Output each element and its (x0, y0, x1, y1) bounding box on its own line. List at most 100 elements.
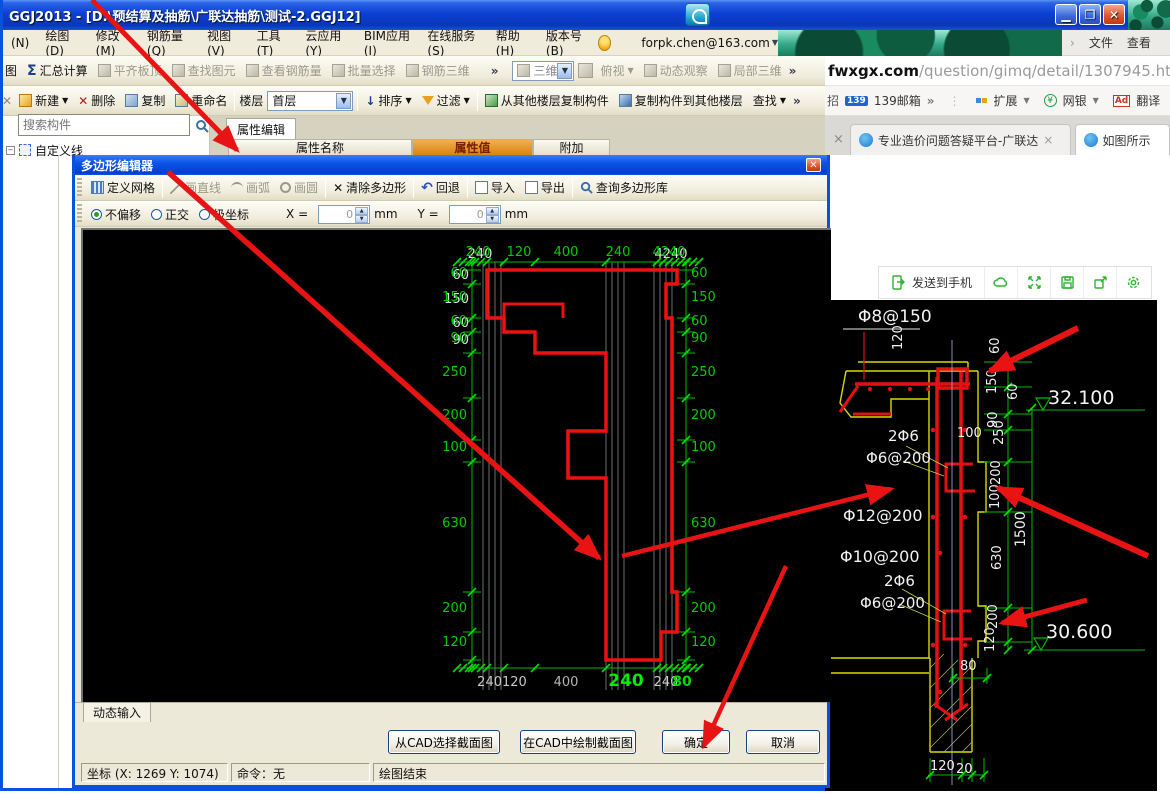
draw-line-button[interactable]: 画直线 (167, 177, 224, 198)
menu-tools[interactable]: 工具(T) (250, 25, 297, 60)
bookmarks-more-chevron[interactable]: » (927, 94, 935, 108)
undo-button[interactable]: ↶回退 (418, 177, 463, 198)
close-button[interactable]: ✕ (1103, 4, 1125, 25)
browser-menu-file[interactable]: 文件 (1089, 34, 1113, 51)
menu-modify[interactable]: 修改(M) (89, 25, 138, 60)
tab-close-icon[interactable]: × (833, 132, 844, 147)
tab-property-edit[interactable]: 属性编辑 (226, 118, 296, 140)
settings-button[interactable] (1116, 267, 1149, 298)
export-button[interactable]: 导出 (522, 177, 568, 198)
view-mode-combo[interactable]: 三维▼ (512, 61, 574, 81)
prop-header-name[interactable]: 属性名称 (228, 139, 412, 156)
copy-to-floor-button[interactable]: 复制构件到其他楼层 (616, 90, 746, 111)
orbit-button[interactable]: 动态观察 (641, 60, 711, 81)
mode-polar[interactable]: 极坐标 (196, 204, 252, 225)
polygon-canvas[interactable]: 6060150150606090902502001006302001206015… (81, 228, 831, 702)
radio-polar-icon[interactable] (199, 209, 210, 220)
bank-button[interactable]: 网银 (1063, 92, 1087, 109)
y-up-icon[interactable]: ▲ (486, 207, 499, 215)
menu-rebar[interactable]: 钢筋量(Q) (140, 25, 198, 60)
menu-cloud[interactable]: 云应用(Y) (298, 25, 354, 60)
draw-arc-button[interactable]: 画弧 (228, 177, 273, 198)
bookmark-partial[interactable]: 招 (827, 92, 839, 109)
filter-button[interactable]: 过滤▼ (419, 90, 473, 111)
combo-dropdown-icon[interactable]: ▼ (557, 63, 572, 79)
ok-button[interactable]: 确定 (662, 730, 730, 754)
rename-button[interactable]: 重命名 (172, 90, 230, 111)
cube2-icon[interactable] (578, 63, 593, 78)
menu-online[interactable]: 在线服务(S) (420, 25, 486, 60)
mode-ortho[interactable]: 正交 (148, 204, 192, 225)
define-grid-button[interactable]: 定义网格 (88, 177, 158, 198)
top-view-button[interactable]: 俯视▼ (597, 60, 636, 81)
select-from-cad-button[interactable]: 从CAD选择截面图 (388, 730, 500, 754)
fullscreen-button[interactable] (1017, 267, 1050, 298)
tree-collapse-icon[interactable]: − (6, 146, 15, 155)
dialog-title-bar[interactable]: 多边形编辑器 ✕ (75, 155, 827, 175)
prop-header-extra[interactable]: 附加 (533, 139, 610, 156)
find-button[interactable]: 查找▼ (750, 90, 789, 111)
cancel-button[interactable]: 取消 (746, 730, 820, 754)
address-bar[interactable]: fwxgx.com/question/gimq/detail/1307945.h… (825, 56, 1170, 86)
chevron-right-icon[interactable]: › (1070, 36, 1075, 50)
radio-no-offset-icon[interactable] (91, 209, 102, 220)
floor-combo[interactable]: 首层▼ (267, 91, 353, 111)
browser-menu-view[interactable]: 查看 (1127, 34, 1151, 51)
import-button[interactable]: 导入 (472, 177, 518, 198)
delete-button[interactable]: ✕删除 (75, 90, 118, 111)
menu-help[interactable]: 帮助(H) (489, 25, 537, 60)
cloud-save-button[interactable] (984, 267, 1017, 298)
dynamic-input-tab[interactable]: 动态输入 (83, 702, 151, 722)
floor-dropdown-icon[interactable]: ▼ (336, 93, 351, 109)
share-button[interactable] (1083, 267, 1116, 298)
draw-circle-button[interactable]: 画圆 (277, 177, 321, 198)
tab-qa-platform[interactable]: 专业造价问题答疑平台-广联达 × (850, 124, 1071, 155)
draw-in-cad-button[interactable]: 在CAD中绘制截面图 (520, 730, 636, 754)
dialog-close-icon[interactable]: ✕ (806, 158, 821, 172)
menu-view[interactable]: 视图(V) (200, 25, 248, 60)
save-image-button[interactable] (1050, 267, 1083, 298)
local-3d-button[interactable]: 局部三维 (715, 60, 785, 81)
tab-as-shown[interactable]: 如图所示 (1075, 124, 1170, 155)
minimize-button[interactable]: ▁ (1055, 4, 1077, 25)
x-up-icon[interactable]: ▲ (355, 207, 368, 215)
translate-button[interactable]: 翻译 (1136, 92, 1160, 109)
batch-select-button[interactable]: 批量选择 (329, 60, 399, 81)
menu-version[interactable]: 版本号(B) (539, 25, 596, 60)
menu-draw[interactable]: 绘图(D) (38, 25, 86, 60)
tab1-close-icon[interactable]: × (1043, 133, 1053, 147)
query-polygon-lib-button[interactable]: 查询多边形库 (577, 177, 671, 198)
bookmark-139-mail[interactable]: 139邮箱 (874, 92, 921, 109)
summary-calc-button[interactable]: Σ汇总计算 (24, 60, 91, 81)
account-label[interactable]: forpk.chen@163.com (641, 36, 769, 50)
sort-button[interactable]: ↓排序▼ (362, 90, 414, 111)
toolbar-overflow-chevron[interactable]: » (491, 64, 499, 78)
x-down-icon[interactable]: ▼ (355, 215, 368, 223)
mode-no-offset[interactable]: 不偏移 (88, 204, 144, 225)
close-panel-icon[interactable]: ✕ (2, 94, 12, 108)
menu-file[interactable]: (N) (4, 34, 36, 52)
copy-button[interactable]: 复制 (122, 90, 168, 111)
maximize-button[interactable]: ❐ (1079, 4, 1101, 25)
x-input[interactable]: 0▲▼ (318, 205, 370, 224)
toolbar-overflow-chevron-2[interactable]: » (789, 64, 797, 78)
toolbar-c-cut[interactable]: 图 (2, 60, 20, 81)
copy-from-floor-button[interactable]: 从其他楼层复制构件 (482, 90, 612, 111)
align-slab-top-button[interactable]: 平齐板顶 (95, 60, 165, 81)
clear-polygon-button[interactable]: ✕清除多边形 (330, 177, 409, 198)
extensions-button[interactable]: 扩展 (993, 92, 1017, 109)
radio-ortho-icon[interactable] (151, 209, 162, 220)
toolbar-overflow-chevron-3[interactable]: » (793, 94, 801, 108)
view-rebar-qty-button[interactable]: 查看钢筋量 (243, 60, 325, 81)
find-element-button[interactable]: 查找图元 (169, 60, 239, 81)
menu-bim[interactable]: BIM应用(I) (357, 25, 419, 60)
y-down-icon[interactable]: ▼ (486, 215, 499, 223)
send-to-phone-button[interactable]: 发送到手机 (879, 267, 984, 298)
search-button[interactable] (192, 116, 211, 135)
rebar-3d-button[interactable]: 钢筋三维 (403, 60, 473, 81)
input-method-icon[interactable] (685, 3, 710, 26)
prop-header-value[interactable]: 属性值 (412, 139, 533, 156)
y-input[interactable]: 0▲▼ (449, 205, 501, 224)
new-button[interactable]: 新建▼ (16, 90, 71, 111)
search-input[interactable] (18, 114, 190, 136)
